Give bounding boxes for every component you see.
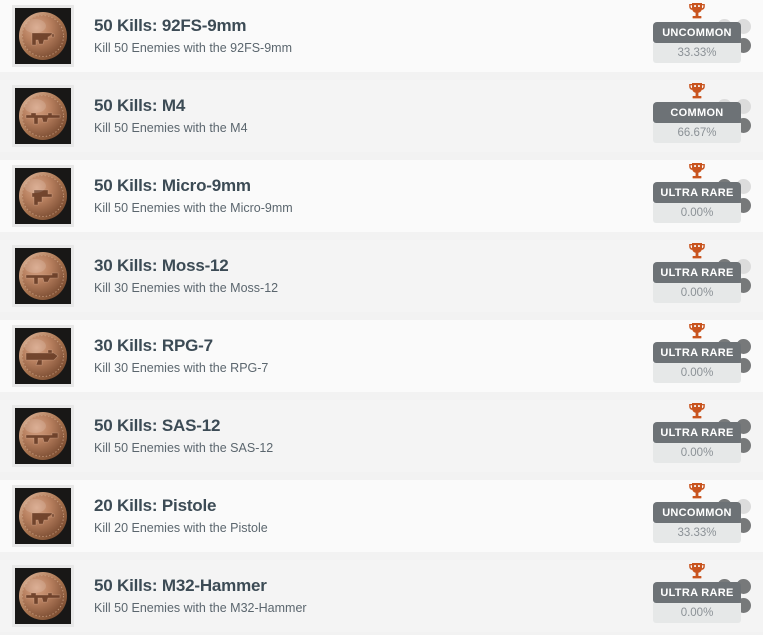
achievement-badge[interactable]	[12, 325, 74, 387]
achievement-description: Kill 50 Enemies with the M4	[94, 121, 248, 135]
achievement-row[interactable]: 20 Kills: Pistole Kill 20 Enemies with t…	[0, 480, 763, 552]
bronze-medal-shotgun-icon	[18, 251, 68, 301]
achievement-text: 50 Kills: SAS-12 Kill 50 Enemies with th…	[74, 415, 711, 457]
achievement-list: 50 Kills: 92FS-9mm Kill 50 Enemies with …	[0, 0, 763, 632]
rarity-column: ULTRA RARE 0.00%	[649, 240, 745, 312]
achievement-text: 20 Kills: Pistole Kill 20 Enemies with t…	[74, 495, 711, 537]
achievement-description: Kill 30 Enemies with the Moss-12	[94, 281, 279, 295]
achievement-badge[interactable]	[12, 565, 74, 627]
achievement-badge[interactable]	[12, 485, 74, 547]
badge-frame	[15, 248, 71, 304]
rarity-percent: 33.33%	[653, 43, 741, 63]
rarity-badge: UNCOMMON	[653, 22, 741, 43]
achievement-title[interactable]: 30 Kills: Moss-12	[94, 255, 711, 276]
trophy-icon	[688, 322, 706, 341]
rarity-column: ULTRA RARE 0.00%	[649, 320, 745, 392]
achievement-description: Kill 20 Enemies with the Pistole	[94, 521, 268, 535]
achievement-row[interactable]: 50 Kills: M4 Kill 50 Enemies with the M4…	[0, 80, 763, 152]
achievement-row[interactable]: 30 Kills: RPG-7 Kill 30 Enemies with the…	[0, 320, 763, 392]
bronze-medal-rifle-icon	[18, 91, 68, 141]
badge-frame	[15, 88, 71, 144]
bronze-medal-pistol-icon	[18, 491, 68, 541]
achievement-badge[interactable]	[12, 405, 74, 467]
rarity-badge: ULTRA RARE	[653, 262, 741, 283]
rarity-badge: ULTRA RARE	[653, 582, 741, 603]
achievement-title[interactable]: 50 Kills: M32-Hammer	[94, 575, 711, 596]
achievement-title[interactable]: 50 Kills: 92FS-9mm	[94, 15, 711, 36]
rarity-percent: 0.00%	[653, 603, 741, 623]
badge-frame	[15, 8, 71, 64]
achievement-text: 50 Kills: M32-Hammer Kill 50 Enemies wit…	[74, 575, 711, 617]
bronze-medal-pistol-icon	[18, 11, 68, 61]
rarity-column: ULTRA RARE 0.00%	[649, 400, 745, 472]
trophy-icon	[688, 82, 706, 101]
achievement-title[interactable]: 50 Kills: M4	[94, 95, 711, 116]
bronze-medal-smg-icon	[18, 171, 68, 221]
achievement-description: Kill 50 Enemies with the SAS-12	[94, 441, 274, 455]
achievement-text: 30 Kills: RPG-7 Kill 30 Enemies with the…	[74, 335, 711, 377]
trophy-icon	[688, 162, 706, 181]
rarity-percent: 0.00%	[653, 363, 741, 383]
achievement-row[interactable]: 30 Kills: Moss-12 Kill 30 Enemies with t…	[0, 240, 763, 312]
trophy-icon	[688, 482, 706, 501]
rarity-column: ULTRA RARE 0.00%	[649, 560, 745, 632]
badge-frame	[15, 328, 71, 384]
achievement-text: 30 Kills: Moss-12 Kill 30 Enemies with t…	[74, 255, 711, 297]
rarity-badge: UNCOMMON	[653, 502, 741, 523]
achievement-description: Kill 50 Enemies with the M32-Hammer	[94, 601, 307, 615]
achievement-badge[interactable]	[12, 85, 74, 147]
rarity-badge: ULTRA RARE	[653, 422, 741, 443]
badge-frame	[15, 568, 71, 624]
rarity-column: COMMON 66.67%	[649, 80, 745, 152]
badge-frame	[15, 488, 71, 544]
trophy-icon	[688, 2, 706, 21]
achievement-description: Kill 30 Enemies with the RPG-7	[94, 361, 269, 375]
achievement-title[interactable]: 30 Kills: RPG-7	[94, 335, 711, 356]
badge-frame	[15, 168, 71, 224]
bronze-medal-rifle-icon	[18, 571, 68, 621]
rarity-percent: 0.00%	[653, 283, 741, 303]
rarity-badge: COMMON	[653, 102, 741, 123]
achievement-row[interactable]: 50 Kills: SAS-12 Kill 50 Enemies with th…	[0, 400, 763, 472]
achievement-text: 50 Kills: 92FS-9mm Kill 50 Enemies with …	[74, 15, 711, 57]
achievement-description: Kill 50 Enemies with the Micro-9mm	[94, 201, 293, 215]
achievement-text: 50 Kills: M4 Kill 50 Enemies with the M4	[74, 95, 711, 137]
rarity-percent: 33.33%	[653, 523, 741, 543]
rarity-column: UNCOMMON 33.33%	[649, 0, 745, 72]
achievement-row[interactable]: 50 Kills: M32-Hammer Kill 50 Enemies wit…	[0, 560, 763, 632]
rarity-percent: 66.67%	[653, 123, 741, 143]
rarity-percent: 0.00%	[653, 203, 741, 223]
bronze-medal-launcher-icon	[18, 331, 68, 381]
badge-frame	[15, 408, 71, 464]
achievement-badge[interactable]	[12, 5, 74, 67]
achievement-row[interactable]: 50 Kills: Micro-9mm Kill 50 Enemies with…	[0, 160, 763, 232]
bronze-medal-shotgun-icon	[18, 411, 68, 461]
achievement-title[interactable]: 50 Kills: Micro-9mm	[94, 175, 711, 196]
achievement-description: Kill 50 Enemies with the 92FS-9mm	[94, 41, 292, 55]
achievement-badge[interactable]	[12, 245, 74, 307]
achievement-title[interactable]: 50 Kills: SAS-12	[94, 415, 711, 436]
trophy-icon	[688, 402, 706, 421]
rarity-badge: ULTRA RARE	[653, 342, 741, 363]
achievement-badge[interactable]	[12, 165, 74, 227]
trophy-icon	[688, 242, 706, 261]
achievement-row[interactable]: 50 Kills: 92FS-9mm Kill 50 Enemies with …	[0, 0, 763, 72]
achievement-title[interactable]: 20 Kills: Pistole	[94, 495, 711, 516]
rarity-badge: ULTRA RARE	[653, 182, 741, 203]
rarity-percent: 0.00%	[653, 443, 741, 463]
trophy-icon	[688, 562, 706, 581]
rarity-column: UNCOMMON 33.33%	[649, 480, 745, 552]
rarity-column: ULTRA RARE 0.00%	[649, 160, 745, 232]
achievement-text: 50 Kills: Micro-9mm Kill 50 Enemies with…	[74, 175, 711, 217]
